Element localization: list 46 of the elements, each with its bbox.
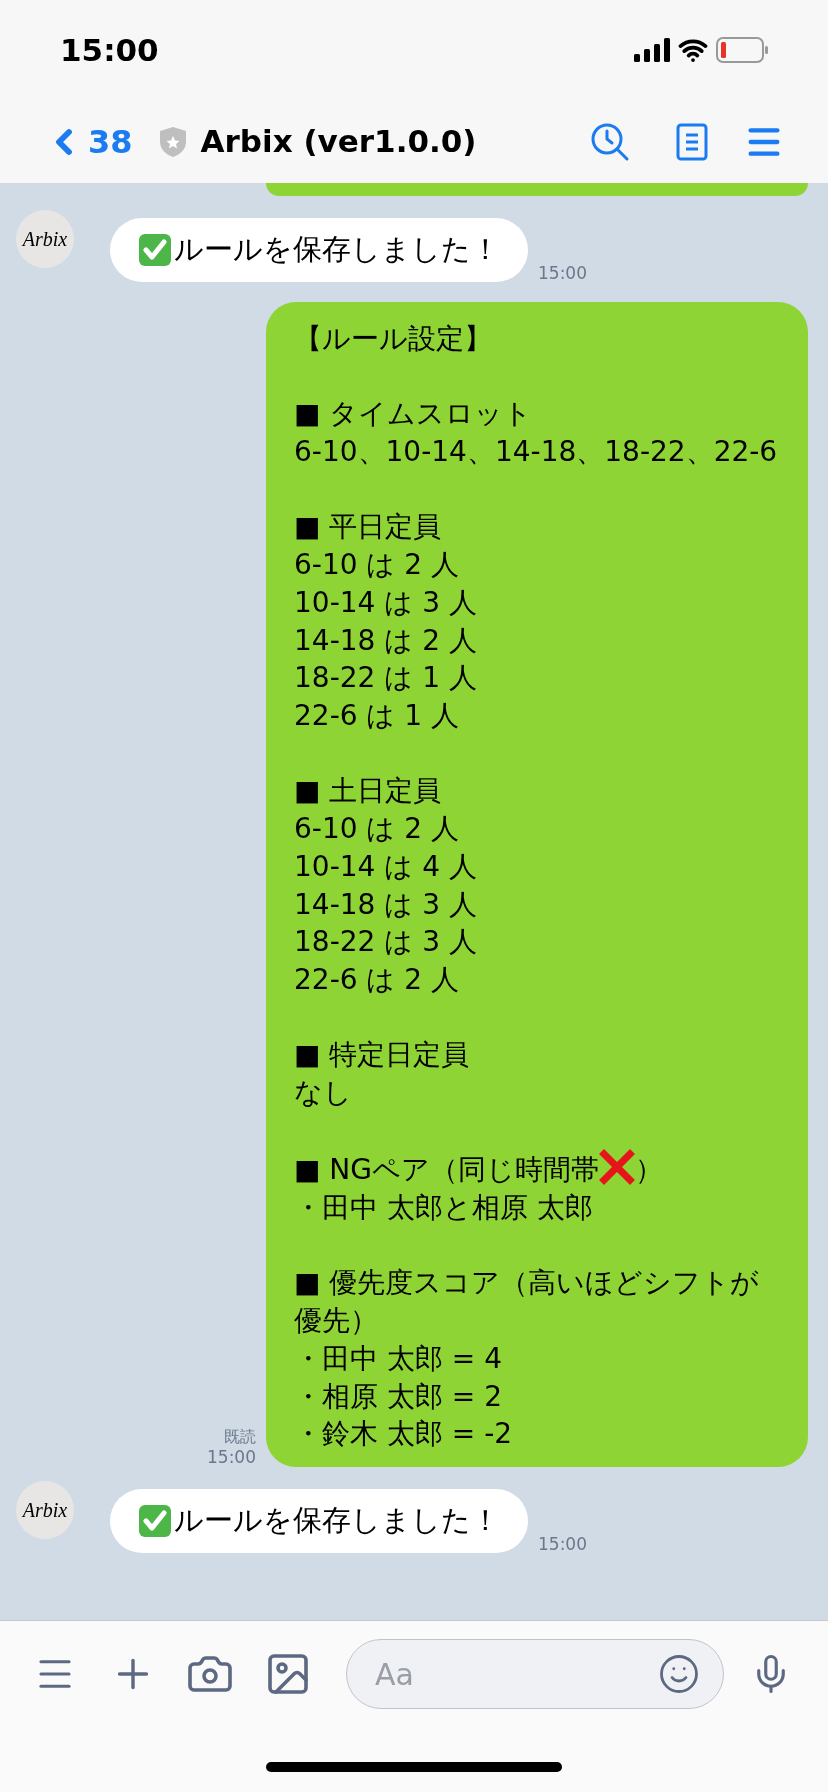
status-time: 15:00 [60,30,159,70]
message-line: ・相原 太郎 = 2 [294,1378,503,1415]
section-heading: ■ 土日定員 [294,773,443,810]
message-text: ルールを保存しました！ [174,1502,500,1540]
message-line: 14-18 は 3 人 [294,886,478,923]
back-button[interactable]: 38 [44,117,133,166]
message-line: 6-10、10-14、14-18、18-22、22-6 [294,434,779,471]
message-line: 6-10 は 2 人 [294,811,461,848]
message-line: ・田中 太郎 = 4 [294,1340,503,1377]
message-time: 15:00 [538,261,587,285]
avatar-logo-text: Arbix [22,1498,68,1523]
message-time: 15:00 [538,1532,587,1556]
message-time: 15:00 [207,1447,256,1467]
message-line: 22-6 は 2 人 [294,961,461,998]
message-text: ルールを保存しました！ [174,231,500,269]
message-input-field[interactable]: Aa [346,1639,724,1709]
message-line: 22-6 は 1 人 [294,698,461,734]
cross-mark-icon [599,1149,635,1186]
section-heading: ■ 平日定員 [294,509,443,546]
message-line: 6-10 は 2 人 [294,547,461,584]
read-receipt: 既読 [224,1427,256,1447]
message-line: ・鈴木 太郎 = -2 [294,1416,514,1453]
avatar[interactable]: Arbix [16,210,74,268]
message-line: 10-14 は 4 人 [294,848,478,885]
message-title: 【ルール設定】 [294,321,493,357]
signal-icon [634,38,670,62]
emoji-icon[interactable] [658,1653,700,1695]
message-line: 10-14 は 3 人 [294,584,478,621]
message-line: 14-18 は 2 人 [294,622,478,659]
section-heading: ■ タイムスロット [294,396,534,433]
section-heading: ■ 優先度スコア（高いほどシフトが優先） [294,1265,761,1340]
battery-icon [716,37,768,63]
message-line: ・田中 太郎と相原 太郎 [294,1190,594,1227]
check-mark-icon [138,1504,172,1538]
shield-icon [158,125,187,158]
section-heading: ■ NGペア（同じ時間帯 ） [294,1149,780,1190]
avatar[interactable]: Arbix [16,1481,74,1539]
message-line: なし [294,1075,353,1111]
chat-title: Arbix (ver1.0.0) [200,122,477,162]
notes-icon[interactable] [676,122,708,161]
search-icon[interactable] [590,121,630,162]
check-mark-icon [138,233,172,267]
section-heading: ■ 特定日定員 [294,1037,471,1074]
message-line: 18-22 は 1 人 [294,660,478,697]
message-line: 18-22 は 3 人 [294,924,478,961]
avatar-logo-text: Arbix [22,227,68,252]
